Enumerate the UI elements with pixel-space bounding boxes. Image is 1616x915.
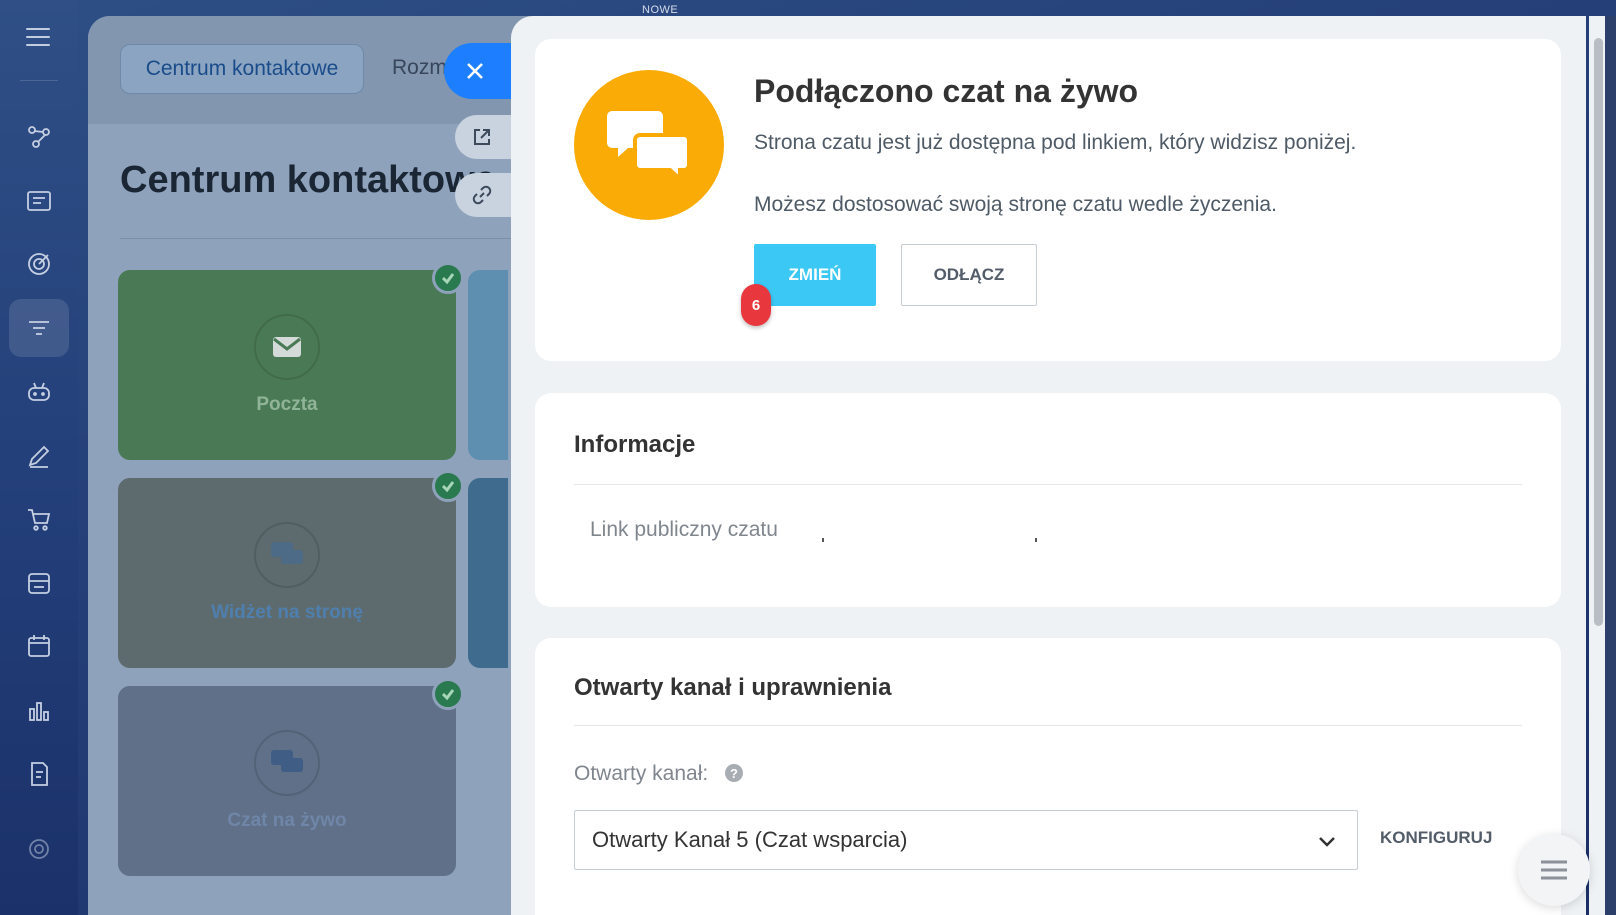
pen-icon — [28, 445, 50, 468]
floating-list-button[interactable] — [1518, 834, 1590, 906]
rail-item-shop[interactable] — [9, 490, 69, 548]
chevron-down-icon — [1315, 829, 1339, 853]
panel-scrollbar-thumb[interactable] — [1594, 38, 1603, 626]
chat-bubbles-icon — [271, 750, 303, 772]
breadcrumb-chip[interactable]: Centrum kontaktowe — [120, 44, 364, 94]
disconnect-button[interactable]: ODŁĄCZ — [901, 244, 1037, 306]
left-navigation-rail — [0, 0, 78, 915]
rail-item-documents[interactable] — [9, 745, 69, 803]
title-divider — [120, 238, 540, 239]
list-icon — [1541, 860, 1567, 880]
tile-label: Poczta — [256, 394, 318, 415]
open-channel-label: Otwarty kanał: — [574, 762, 709, 785]
rail-divider — [20, 80, 58, 81]
tile-live-chat[interactable]: Czat na żywo — [118, 678, 464, 876]
tile-website-widget[interactable]: Widżet na stronę — [118, 470, 464, 668]
bar-chart-icon — [29, 702, 49, 721]
tab-conversations[interactable]: Rozm — [392, 56, 447, 80]
tile-partial[interactable] — [468, 270, 508, 460]
connected-title: Podłączono czat na żywo — [754, 73, 1139, 109]
rail-item-inventory[interactable] — [9, 554, 69, 612]
open-channel-title: Otwarty kanał i uprawnienia — [574, 674, 892, 701]
selected-channel-value: Otwarty Kanał 5 (Czat wsparcia) — [592, 827, 908, 852]
information-title: Informacje — [574, 431, 696, 458]
rail-item-contacts[interactable] — [9, 172, 69, 230]
open-channel-card: Otwarty kanał i uprawnienia Otwarty kana… — [535, 638, 1561, 915]
connected-check-icon — [432, 262, 464, 294]
external-link-icon — [474, 129, 490, 145]
public-link-label: Link publiczny czatu — [590, 518, 778, 541]
change-button[interactable]: ZMIEŃ — [754, 244, 876, 306]
rail-item-analytics[interactable] — [9, 681, 69, 739]
live-chat-settings-panel: Podłączono czat na żywo Strona czatu jes… — [511, 16, 1586, 915]
rail-item-sites[interactable] — [9, 427, 69, 485]
rail-item-marketing[interactable] — [9, 235, 69, 293]
chat-bubbles-icon — [607, 111, 691, 181]
live-chat-logo — [574, 70, 724, 220]
rail-item-contact-center[interactable] — [9, 299, 69, 357]
connected-description: Strona czatu jest już dostępna pod linki… — [754, 131, 1357, 154]
page-title: Centrum kontaktowe — [120, 159, 496, 201]
connected-check-icon — [432, 678, 464, 710]
tile-icon-circle — [254, 314, 320, 380]
help-icon[interactable]: ? — [725, 764, 743, 782]
tile-icon-circle — [254, 730, 320, 796]
tile-partial[interactable] — [468, 478, 508, 668]
section-divider — [574, 484, 1522, 485]
close-icon — [467, 63, 483, 79]
rail-item-crm[interactable] — [9, 108, 69, 166]
document-edit-icon — [31, 762, 48, 786]
chat-bubbles-icon — [271, 542, 303, 564]
tile-mail[interactable]: Poczta — [118, 262, 464, 460]
configure-link[interactable]: KONFIGURUJ — [1380, 828, 1492, 848]
step-number-badge: 6 — [741, 284, 771, 326]
calendar-icon — [28, 635, 50, 657]
rail-item-robot[interactable] — [9, 363, 69, 421]
section-divider — [574, 725, 1522, 726]
mail-icon — [273, 337, 301, 357]
connected-check-icon — [432, 470, 464, 502]
open-channel-select[interactable]: Otwarty Kanał 5 (Czat wsparcia) — [574, 810, 1358, 870]
redacted-link-mark — [822, 538, 824, 542]
hamburger-menu-icon[interactable] — [26, 28, 50, 46]
window-edge — [1605, 16, 1616, 915]
id-card-icon — [27, 191, 51, 211]
robot-icon — [28, 382, 50, 401]
target-icon — [28, 253, 50, 275]
tile-label: Widżet na stronę — [211, 602, 363, 623]
customize-description: Możesz dostosować swoją stronę czatu wed… — [754, 193, 1277, 216]
connected-status-card: Podłączono czat na żywo Strona czatu jes… — [535, 39, 1561, 361]
tile-label: Czat na żywo — [227, 810, 347, 831]
link-icon — [472, 185, 492, 205]
rail-item-calendar[interactable] — [9, 617, 69, 675]
top-tab-label: NOWE — [642, 4, 679, 16]
information-card: Informacje Link publiczny czatu — [535, 393, 1561, 607]
redacted-link-mark — [1035, 538, 1037, 542]
filter-icon — [29, 321, 49, 335]
cart-icon — [28, 509, 51, 531]
warehouse-icon — [28, 573, 50, 594]
rail-item-settings[interactable] — [9, 820, 69, 878]
tile-icon-circle — [254, 522, 320, 588]
gear-icon — [29, 839, 49, 859]
flow-icon — [28, 126, 50, 148]
